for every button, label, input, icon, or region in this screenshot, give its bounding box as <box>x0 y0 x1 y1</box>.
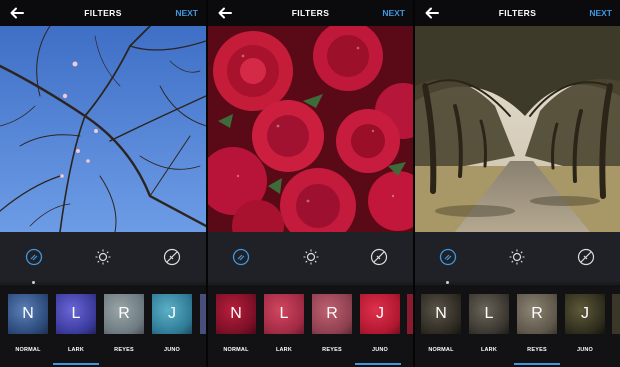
filter-thumb-reyes[interactable]: R <box>517 294 557 334</box>
filter-letter: R <box>118 305 130 322</box>
adjust-slash-icon[interactable] <box>163 248 181 266</box>
filter-thumb-lark[interactable]: L <box>264 294 304 334</box>
filter-name-juno: JUNO <box>576 347 594 353</box>
filter-lux-icon[interactable] <box>232 248 250 266</box>
filter-letter: L <box>279 305 289 322</box>
selected-filter-underline <box>355 363 401 365</box>
tool-bar <box>415 232 620 282</box>
filter-lux-icon[interactable] <box>439 248 457 266</box>
filter-letter: N <box>435 305 447 322</box>
filter-name-juno: JUNO <box>163 347 181 353</box>
filter-thumb-lark[interactable]: L <box>469 294 509 334</box>
filter-letter: R <box>531 305 543 322</box>
tool-bar <box>208 232 413 282</box>
filter-thumb-juno[interactable]: J <box>152 294 192 334</box>
filter-name-normal: NORMAL <box>428 347 454 353</box>
selected-tool-indicator <box>32 281 35 284</box>
brightness-icon[interactable] <box>302 248 320 266</box>
filter-name-lark: LARK <box>275 347 293 353</box>
filter-letter: N <box>230 305 242 322</box>
next-button[interactable]: NEXT <box>382 8 405 18</box>
filter-letter: J <box>581 305 589 322</box>
next-button[interactable]: NEXT <box>589 8 612 18</box>
top-bar: FILTERS NEXT <box>208 0 413 26</box>
filter-strip: N L R J NORMAL LARK REYES JUNO <box>208 285 413 367</box>
filter-letter: L <box>71 305 81 322</box>
filter-letter: R <box>326 305 338 322</box>
adjust-slash-icon[interactable] <box>370 248 388 266</box>
filter-name-reyes: REYES <box>114 347 134 353</box>
phone-screen-2: FILTERS NEXT N L R J NORMAL LARK REYES J… <box>208 0 413 367</box>
top-bar: FILTERS NEXT <box>415 0 620 26</box>
brightness-icon[interactable] <box>508 248 526 266</box>
adjust-slash-icon[interactable] <box>577 248 595 266</box>
filter-name-reyes: REYES <box>322 347 342 353</box>
filter-thumb-juno[interactable]: J <box>360 294 400 334</box>
filter-name-normal: NORMAL <box>223 347 249 353</box>
brightness-icon[interactable] <box>94 248 112 266</box>
next-button[interactable]: NEXT <box>175 8 198 18</box>
filter-name-lark: LARK <box>67 347 85 353</box>
filter-thumb-normal[interactable]: N <box>216 294 256 334</box>
photo-preview <box>208 26 413 232</box>
filter-thumb-lark[interactable]: L <box>56 294 96 334</box>
filter-strip: N L R J NORMAL LARK REYES JUNO <box>0 285 206 367</box>
filter-letter: L <box>484 305 494 322</box>
filter-letter: J <box>168 305 176 322</box>
filter-strip: N L R J NORMAL LARK REYES JUNO <box>415 285 620 367</box>
phone-screen-1: FILTERS NEXT N L R J NORMAL LARK REYES J… <box>0 0 206 367</box>
filter-thumb-partial[interactable] <box>612 294 620 334</box>
filter-name-normal: NORMAL <box>15 347 41 353</box>
photo-preview <box>415 26 620 232</box>
filter-letter: J <box>376 305 384 322</box>
selected-filter-underline <box>514 363 560 365</box>
selected-filter-underline <box>53 363 99 365</box>
photo-preview <box>0 26 206 232</box>
filter-thumb-reyes[interactable]: R <box>312 294 352 334</box>
filter-lux-icon[interactable] <box>25 248 43 266</box>
filter-letter: N <box>22 305 34 322</box>
filter-thumb-juno[interactable]: J <box>565 294 605 334</box>
filter-thumb-reyes[interactable]: R <box>104 294 144 334</box>
filter-name-reyes: REYES <box>527 347 547 353</box>
filter-thumb-normal[interactable]: N <box>421 294 461 334</box>
filter-thumb-normal[interactable]: N <box>8 294 48 334</box>
filter-name-juno: JUNO <box>371 347 389 353</box>
filter-name-lark: LARK <box>480 347 498 353</box>
tool-bar <box>0 232 206 282</box>
phone-screen-3: FILTERS NEXT N L R J NORMAL LARK REYES J… <box>415 0 620 367</box>
selected-tool-indicator <box>446 281 449 284</box>
top-bar: FILTERS NEXT <box>0 0 206 26</box>
